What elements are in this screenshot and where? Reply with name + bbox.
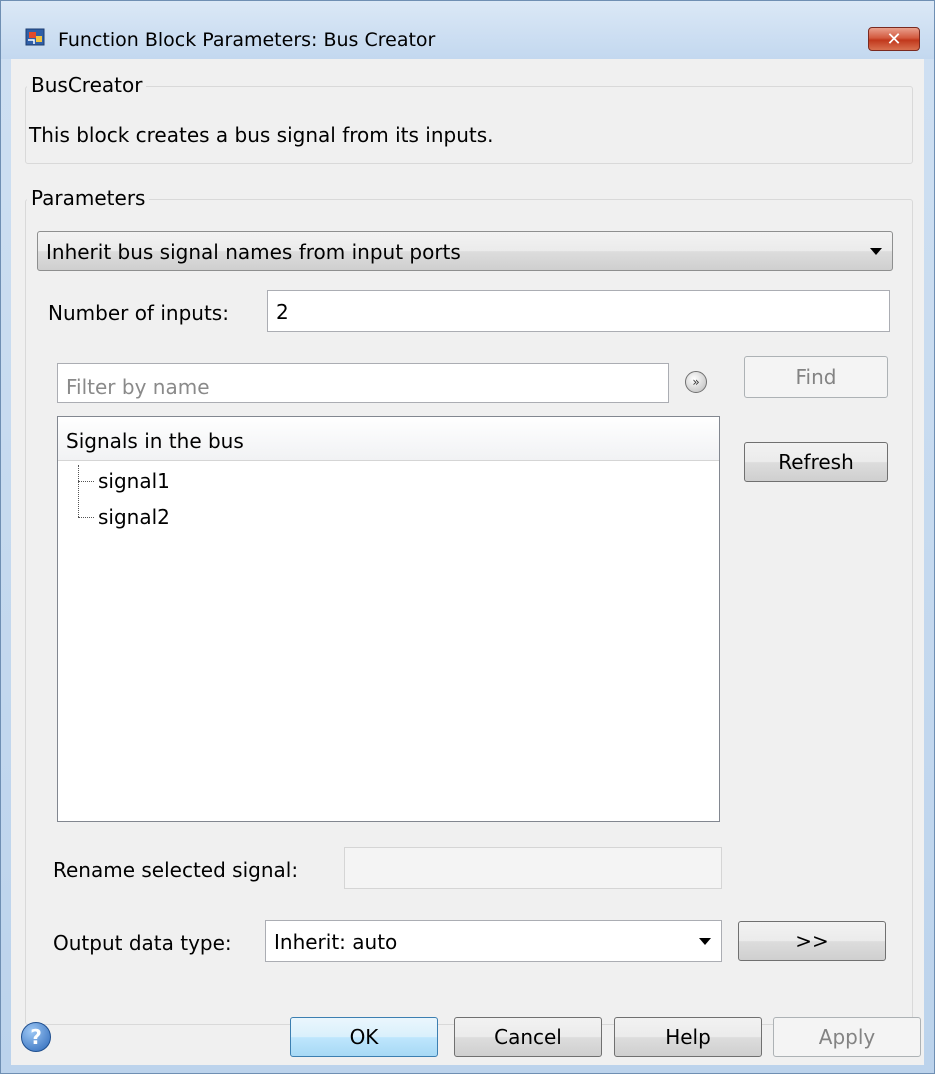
- rename-signal-label: Rename selected signal:: [53, 858, 299, 882]
- output-data-type-dropdown[interactable]: Inherit: auto: [265, 920, 722, 962]
- tree-connector: [78, 465, 79, 517]
- expand-filter-icon[interactable]: »: [685, 371, 707, 393]
- rename-signal-field[interactable]: [344, 847, 722, 889]
- window-title: Function Block Parameters: Bus Creator: [58, 29, 436, 51]
- bus-naming-dropdown[interactable]: Inherit bus signal names from input port…: [37, 231, 893, 271]
- output-data-type-label: Output data type:: [53, 931, 232, 955]
- filter-placeholder: Filter by name: [66, 375, 210, 399]
- output-data-type-value: Inherit: auto: [274, 930, 398, 954]
- dialog-window: Function Block Parameters: Bus Creator ✕…: [0, 0, 935, 1074]
- data-type-assistant-button[interactable]: >>: [738, 921, 886, 961]
- ok-button[interactable]: OK: [290, 1017, 438, 1057]
- expand-filter-glyph: »: [692, 375, 700, 389]
- simulink-block-icon: [25, 28, 45, 46]
- help-icon[interactable]: ?: [21, 1022, 51, 1052]
- title-bar[interactable]: Function Block Parameters: Bus Creator ✕: [1, 1, 934, 59]
- filter-input[interactable]: Filter by name: [57, 363, 669, 403]
- refresh-button[interactable]: Refresh: [744, 442, 888, 482]
- block-group-title: BusCreator: [27, 73, 147, 97]
- signal-item[interactable]: signal2: [98, 505, 170, 529]
- help-button[interactable]: Help: [614, 1017, 762, 1057]
- number-of-inputs-label: Number of inputs:: [48, 301, 229, 325]
- bus-naming-value: Inherit bus signal names from input port…: [46, 240, 461, 264]
- block-description: This block creates a bus signal from its…: [29, 123, 494, 147]
- apply-button[interactable]: Apply: [773, 1017, 921, 1057]
- signals-header-label: Signals in the bus: [66, 429, 244, 453]
- parameters-group-title: Parameters: [27, 186, 150, 210]
- tree-connector: [78, 517, 94, 518]
- find-button[interactable]: Find: [744, 356, 888, 398]
- signal-item[interactable]: signal1: [98, 469, 170, 493]
- close-button[interactable]: ✕: [868, 27, 920, 51]
- tree-connector: [78, 481, 94, 482]
- dropdown-arrow-icon: [870, 248, 882, 255]
- signals-tree[interactable]: Signals in the bus signal1 signal2: [57, 416, 720, 822]
- cancel-button[interactable]: Cancel: [454, 1017, 602, 1057]
- dialog-body: BusCreator This block creates a bus sign…: [11, 59, 924, 1065]
- signals-tree-header: Signals in the bus: [58, 417, 719, 461]
- number-of-inputs-value: 2: [276, 300, 289, 324]
- dropdown-arrow-icon: [699, 938, 711, 945]
- close-icon: ✕: [886, 28, 902, 50]
- number-of-inputs-field[interactable]: 2: [267, 290, 890, 332]
- help-glyph: ?: [30, 1025, 42, 1049]
